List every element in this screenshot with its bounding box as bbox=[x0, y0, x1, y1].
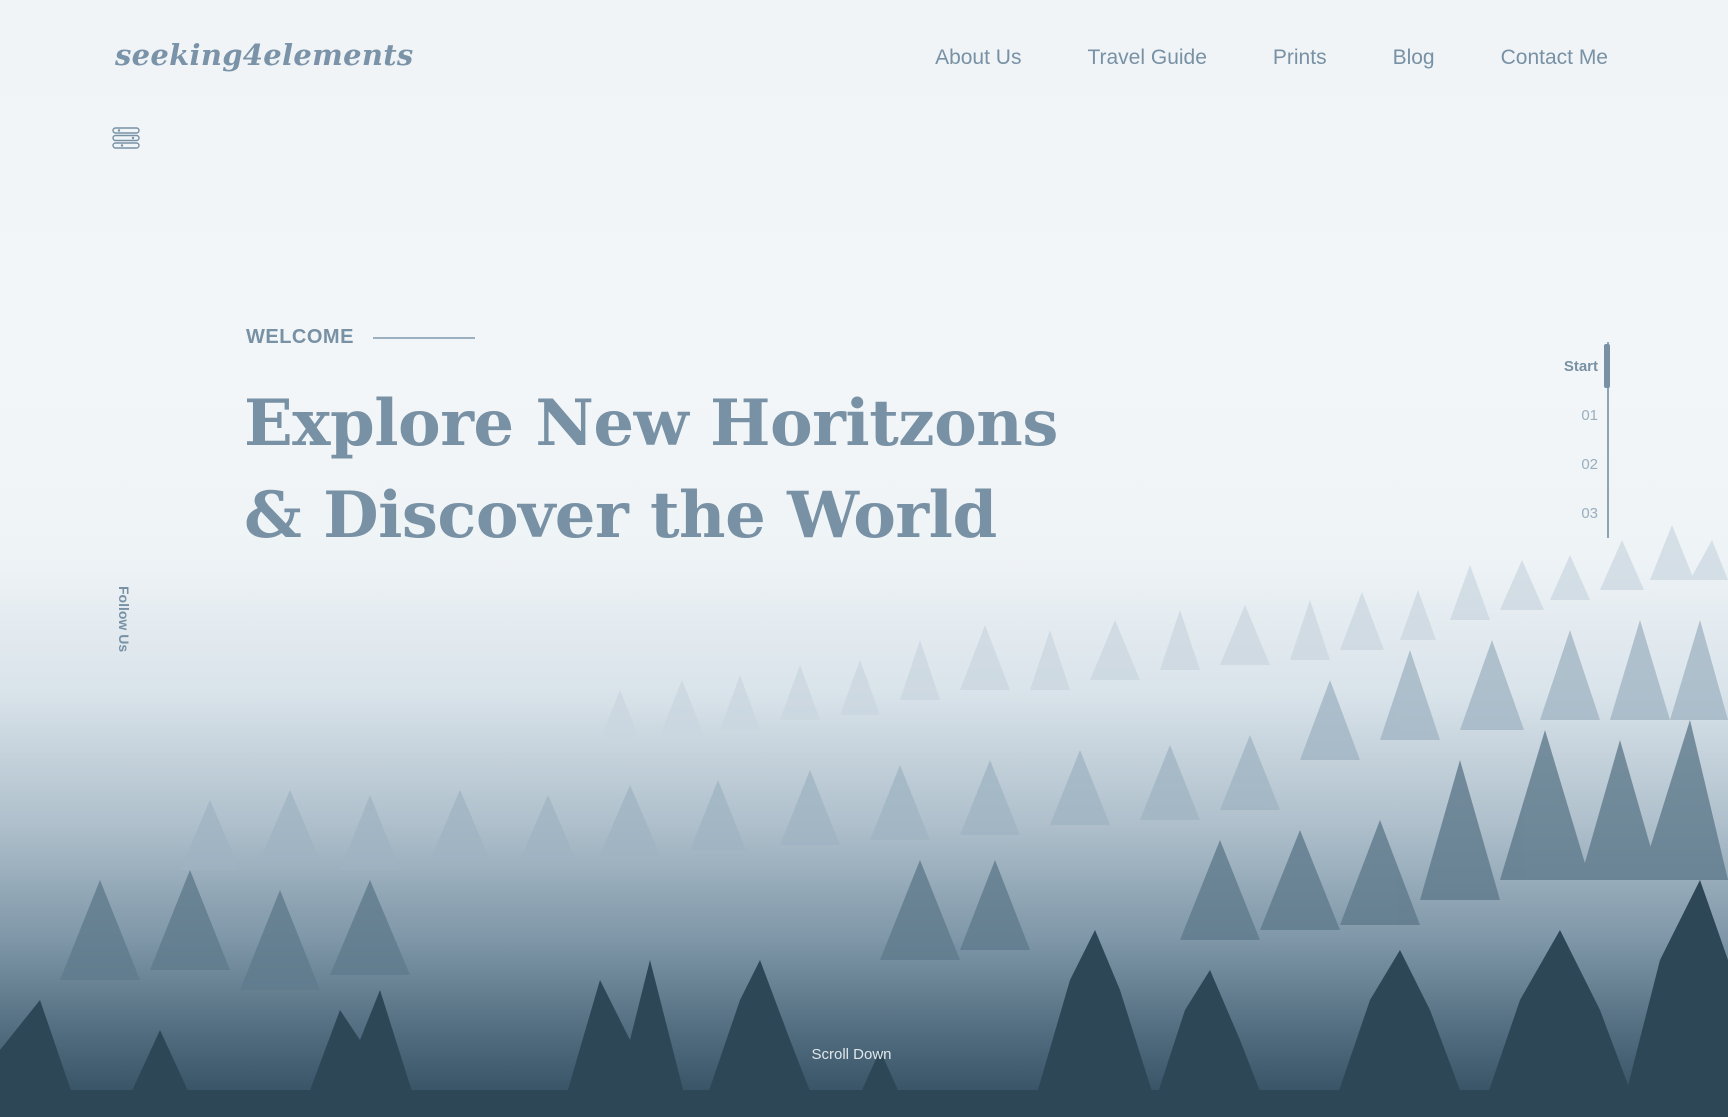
pager-item-start[interactable]: Start bbox=[1564, 358, 1598, 375]
nav-item-travel-guide[interactable]: Travel Guide bbox=[1087, 46, 1206, 70]
slide-pager: Start 01 02 03 bbox=[1540, 340, 1610, 540]
hero-headline-line-1: Explore New Horitzons bbox=[244, 386, 1058, 461]
hero-headline-line-2: & Discover the World bbox=[244, 478, 997, 553]
scroll-down-link[interactable]: Scroll Down bbox=[0, 1046, 1703, 1063]
pager-item-02[interactable]: 02 bbox=[1581, 456, 1598, 473]
nav-item-blog[interactable]: Blog bbox=[1393, 46, 1435, 70]
welcome-divider bbox=[373, 337, 475, 339]
site-logo[interactable]: seeking4elements bbox=[115, 38, 414, 72]
hero-headline: Explore New Horitzons & Discover the Wor… bbox=[244, 378, 1058, 562]
nav-item-about-us[interactable]: About Us bbox=[935, 46, 1021, 70]
pager-active-indicator bbox=[1604, 344, 1610, 388]
main-nav: About Us Travel Guide Prints Blog Contac… bbox=[935, 46, 1608, 70]
pager-item-03[interactable]: 03 bbox=[1581, 505, 1598, 522]
menu-icon[interactable] bbox=[112, 126, 142, 150]
pager-item-01[interactable]: 01 bbox=[1581, 407, 1598, 424]
nav-item-prints[interactable]: Prints bbox=[1273, 46, 1327, 70]
nav-item-contact-me[interactable]: Contact Me bbox=[1501, 46, 1608, 70]
follow-us-label[interactable]: Follow Us bbox=[116, 586, 132, 652]
welcome-eyebrow: WELCOME bbox=[246, 326, 354, 348]
